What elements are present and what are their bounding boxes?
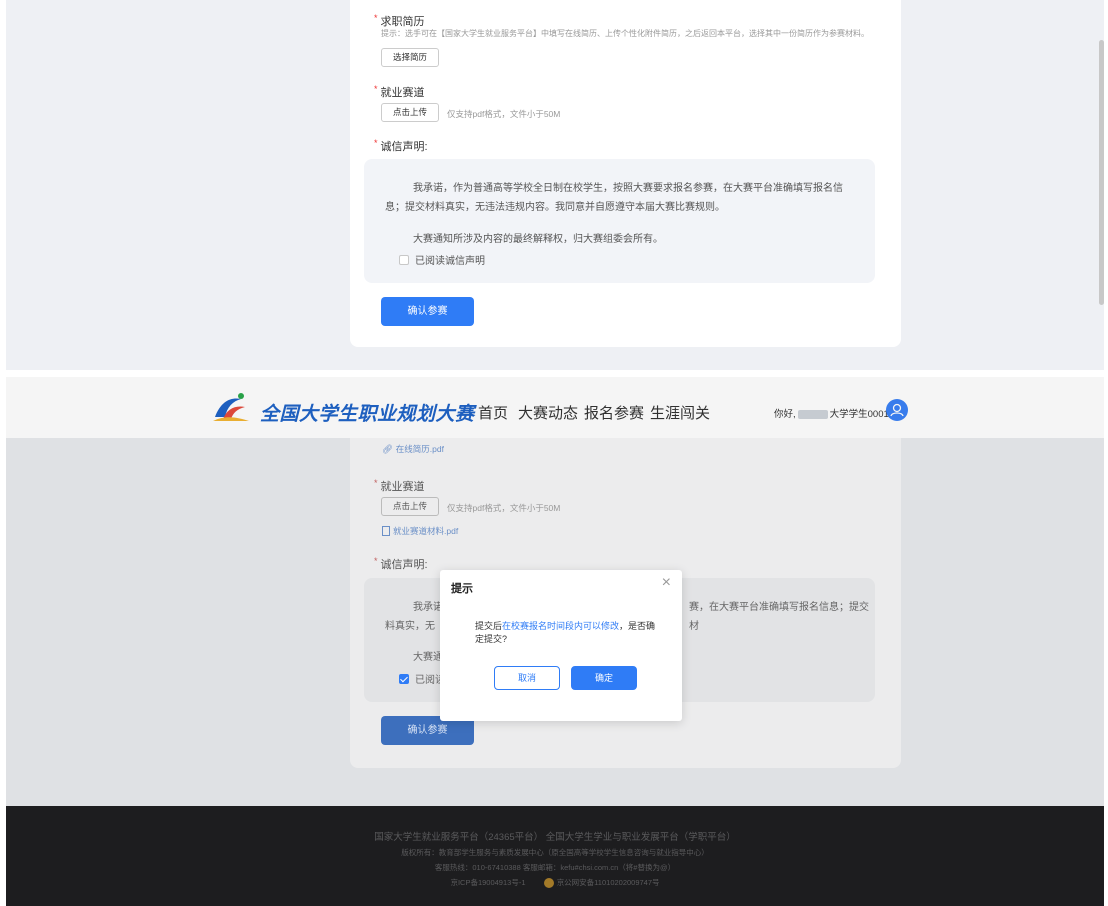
close-icon[interactable]: × (662, 575, 671, 591)
upload-note: 仅支持pdf格式，文件小于50M (447, 109, 561, 119)
required-marker: * (374, 13, 378, 23)
police-record-link[interactable]: 京公网安备11010202009747号 (557, 878, 660, 887)
integrity-label: * 诚信声明: (374, 138, 428, 153)
integrity-paragraph: 我承诺 (413, 602, 443, 613)
resume-hint: 提示：选手可在【国家大学生就业服务平台】中填写在线简历、上传个性化附件简历，之后… (381, 29, 869, 38)
integrity-paragraph: 大赛通知所涉及内容的最终解释权，归大赛组委会所有。 (413, 234, 663, 245)
site-header: 全国大学生职业规划大赛 首页 大赛动态 报名参赛 生涯闯关 你好, 大学学生000… (6, 377, 1104, 438)
upload-button[interactable]: 点击上传 (381, 497, 439, 516)
dialog-title: 提示 (451, 583, 473, 595)
icp-link[interactable]: 京ICP备19004913号-1 (450, 878, 525, 887)
integrity-checkbox-label: 已阅读诚信声明 (415, 256, 485, 267)
screenshot-confirm-dialog: 🔗︎ 在线简历.pdf * 就业赛道 点击上传 仅支持pdf格式，文件小于50M 就… (6, 377, 1104, 906)
confirm-dialog: 提示 × 提交后在校赛报名时间段内可以修改，是否确定提交? 取消 确定 (440, 570, 682, 721)
footer-icp: 京ICP备19004913号-1 京公网安备11010202009747号 (6, 877, 1104, 889)
required-marker: * (374, 138, 378, 148)
integrity-checkbox-row[interactable]: 已阅读 (399, 671, 445, 686)
link-icon: 🔗︎ (382, 443, 393, 454)
integrity-checkbox-row[interactable]: 已阅读诚信声明 (399, 252, 485, 267)
confirm-entry-button[interactable]: 确认参赛 (381, 297, 474, 326)
integrity-paragraph: 料真实，无 (385, 621, 435, 632)
resume-field-label: * 求职简历 (374, 13, 425, 28)
registration-form-card: * 求职简历 提示：选手可在【国家大学生就业服务平台】中填写在线简历、上传个性化附… (350, 0, 901, 347)
track-file-link[interactable]: 就业赛道材料.pdf (382, 525, 458, 537)
integrity-paragraph: 赛，在大赛平台准确填写报名信息；提交材 (689, 602, 869, 632)
integrity-checkbox[interactable] (399, 254, 409, 265)
integrity-paragraph: 大赛通 (413, 652, 443, 663)
footer-platforms: 国家大学生就业服务平台（24365平台） 全国大学生学业与职业发展平台（学职平台… (374, 832, 736, 843)
required-marker: * (374, 84, 378, 94)
required-marker: * (374, 556, 378, 566)
police-badge-icon (543, 878, 554, 889)
integrity-checkbox[interactable] (399, 673, 409, 684)
integrity-label: * 诚信声明: (374, 556, 428, 571)
scrollbar[interactable] (1099, 40, 1104, 305)
cancel-button[interactable]: 取消 (494, 666, 560, 690)
required-marker: * (374, 478, 378, 488)
file-icon (382, 526, 390, 536)
resume-file-link[interactable]: 🔗︎ 在线简历.pdf (382, 443, 444, 455)
track-field-label: * 就业赛道 (374, 84, 425, 99)
dialog-message: 提交后在校赛报名时间段内可以修改，是否确定提交? (475, 621, 656, 644)
integrity-paragraph: 我承诺，作为普通高等学校全日制在校学生，按照大赛要求报名参赛，在大赛平台准确填写… (385, 183, 843, 213)
upload-button[interactable]: 点击上传 (381, 103, 439, 122)
site-footer: 国家大学生就业服务平台（24365平台） 全国大学生学业与职业发展平台（学职平台… (6, 806, 1104, 906)
confirm-button[interactable]: 确定 (571, 666, 637, 690)
footer-contact: 客服热线：010-67410388 客服邮箱：kefu#chsi.com.cn（… (434, 863, 676, 872)
upload-note: 仅支持pdf格式，文件小于50M (447, 503, 561, 513)
select-resume-button[interactable]: 选择简历 (381, 48, 439, 67)
modal-overlay-header (6, 377, 1104, 438)
track-field-label: * 就业赛道 (374, 478, 425, 493)
footer-copyright: 版权所有：教育部学生服务与素质发展中心（原全国高等学校学生信息咨询与就业指导中心… (401, 848, 709, 857)
screenshot-form-before: * 求职简历 提示：选手可在【国家大学生就业服务平台】中填写在线简历、上传个性化附… (6, 0, 1104, 370)
